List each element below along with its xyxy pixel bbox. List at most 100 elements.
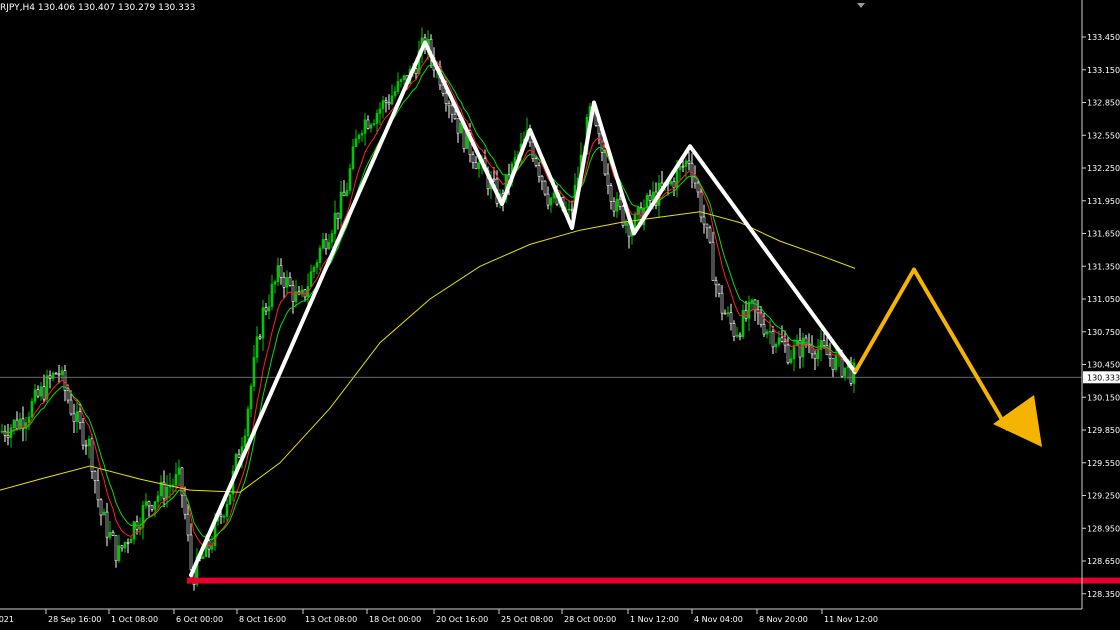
candle-body: [750, 299, 754, 303]
candle-body: [603, 152, 607, 175]
candle-body: [12, 419, 16, 429]
shift-marker-icon: [857, 3, 865, 8]
candle-body: [570, 208, 574, 211]
candle-body: [81, 421, 85, 446]
candle-body: [132, 521, 136, 540]
y-tick-label: 129.550: [1087, 459, 1120, 468]
candle-body: [312, 266, 316, 273]
candle-body: [768, 331, 772, 333]
candle-body: [87, 438, 91, 447]
candle-body: [288, 277, 292, 286]
y-tick-label: 128.350: [1087, 590, 1120, 599]
candle-body: [381, 100, 385, 110]
candle-body: [771, 331, 775, 348]
x-tick-label: 6 Oct 00:00: [176, 615, 223, 624]
candle-body: [735, 334, 739, 337]
candle-body: [357, 134, 361, 140]
candle-body: [285, 277, 289, 288]
candle-body: [378, 108, 382, 114]
candle-body: [201, 556, 205, 559]
x-tick-label: 1 Oct 08:00: [111, 615, 158, 624]
candle-body: [225, 503, 229, 517]
candle-body: [354, 138, 358, 147]
candle-body: [402, 75, 406, 80]
candle-body: [222, 516, 226, 518]
candle-body: [387, 101, 391, 105]
candle-body: [774, 344, 778, 348]
candle-body: [117, 545, 121, 562]
candle-body: [33, 389, 37, 402]
candle-body: [6, 435, 10, 438]
candle-body: [540, 175, 544, 182]
candle-body: [669, 181, 673, 185]
x-tick-label: 28 Oct 00:00: [564, 615, 616, 624]
candle-body: [336, 212, 340, 219]
x-tick-label: 8 Oct 16:00: [239, 615, 286, 624]
candle-body: [99, 499, 103, 516]
candle-body: [459, 122, 463, 134]
candle-body: [708, 227, 712, 243]
candle-body: [60, 370, 64, 376]
candle-body: [342, 191, 346, 197]
y-tick-label: 133.150: [1087, 66, 1120, 75]
candle-body: [72, 413, 76, 423]
candle-body: [390, 95, 394, 105]
candle-body: [801, 337, 805, 358]
candle-body: [165, 486, 169, 499]
candle-body: [321, 239, 325, 249]
candle-body: [492, 178, 496, 181]
y-tick-label: 131.950: [1087, 197, 1120, 206]
candle-body: [96, 480, 100, 501]
y-tick-label: 132.550: [1087, 131, 1120, 140]
candle-body: [618, 198, 622, 207]
candle-body: [567, 208, 571, 211]
candle-body: [210, 545, 214, 550]
candle-body: [543, 180, 547, 195]
candle-body: [255, 336, 259, 358]
forecast-arrowhead-icon: [993, 395, 1042, 447]
candle-body: [114, 535, 118, 562]
candle-body: [690, 163, 694, 177]
candle-body: [150, 505, 154, 510]
candle-body: [66, 389, 70, 401]
candle-body: [393, 91, 397, 97]
candle-body: [129, 538, 133, 544]
candle-body: [183, 494, 187, 515]
forecast-line: [853, 267, 1010, 432]
candle-body: [123, 542, 127, 549]
price-chart[interactable]: 133.450 133.150 132.850 132.550 132.250 131.9…: [0, 0, 1120, 630]
candle-body: [399, 79, 403, 82]
candle-body: [471, 154, 475, 163]
y-tick-label: 131.050: [1087, 295, 1120, 304]
candle-body: [330, 233, 334, 243]
candle-body: [27, 416, 31, 424]
candle-body: [396, 81, 400, 92]
candle-body: [705, 223, 709, 229]
candle-body: [615, 198, 619, 212]
candle-body: [684, 160, 688, 167]
candle-body: [258, 336, 262, 339]
y-tick-label: 132.250: [1087, 164, 1120, 173]
candle-body: [780, 337, 784, 342]
candle-body: [144, 501, 148, 506]
candle-body: [828, 354, 832, 359]
y-tick-label: 133.450: [1087, 33, 1120, 42]
y-tick-label: 131.350: [1087, 262, 1120, 271]
candle-body: [738, 334, 742, 338]
candle-body: [384, 100, 388, 103]
candle-body: [333, 212, 337, 234]
candle-body: [606, 173, 610, 186]
candle-body: [360, 133, 364, 136]
candle-body: [549, 197, 553, 206]
y-tick-label: 132.850: [1087, 99, 1120, 108]
candle-body: [93, 471, 97, 481]
candle-body: [372, 123, 376, 126]
candle-body: [327, 241, 331, 250]
candle-body: [363, 119, 367, 134]
candle-body: [789, 358, 793, 364]
candle-body: [831, 357, 835, 370]
candle-body: [84, 444, 88, 447]
candle-body: [315, 262, 319, 268]
candle-body: [15, 419, 19, 429]
candle-body: [453, 113, 457, 119]
